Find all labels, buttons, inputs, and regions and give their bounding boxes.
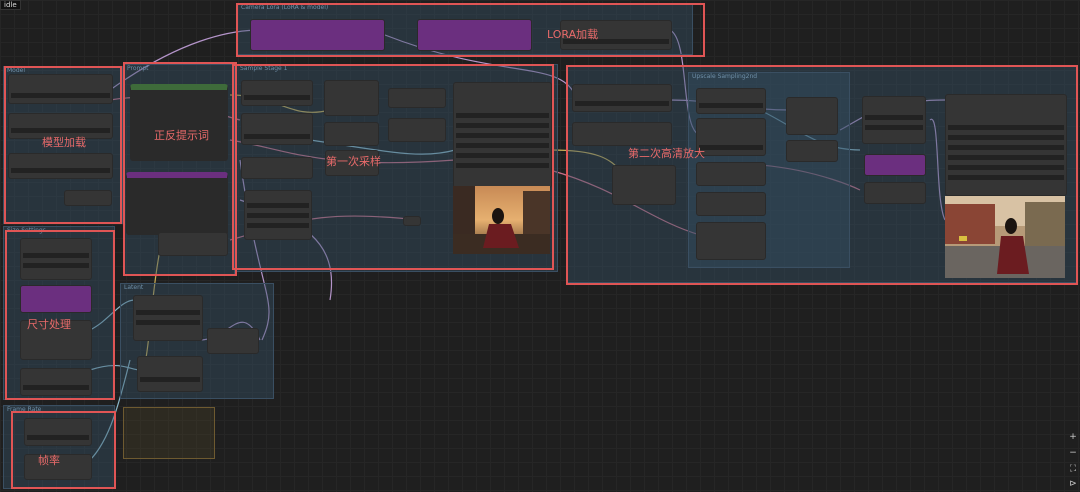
frame-annotation-box — [11, 411, 116, 489]
cursor-mode-button[interactable]: ⊳ — [1068, 479, 1078, 489]
zoom-in-button[interactable]: + — [1068, 432, 1078, 442]
model-load-label: 模型加载 — [42, 136, 86, 149]
upscale-annotation-box — [566, 65, 1078, 285]
prompts-label: 正反提示词 — [154, 129, 209, 142]
first-sample-label: 第一次采样 — [326, 155, 381, 168]
fit-view-button[interactable]: ⛶ — [1068, 464, 1078, 474]
lora-load-label: LORA加载 — [547, 28, 599, 41]
size-process-label: 尺寸处理 — [27, 318, 71, 331]
prompt-annotation-box — [123, 62, 237, 276]
lora-annotation-box — [236, 3, 705, 57]
frame-rate-label: 帧率 — [38, 454, 60, 467]
status-badge: idle — [0, 0, 21, 10]
latent-node-1[interactable] — [133, 295, 203, 341]
sample-annotation-box — [232, 64, 554, 270]
size-annotation-box — [5, 230, 115, 400]
graph-canvas[interactable]: Camera Lora (LoRA & model) Model Prompt … — [0, 0, 1080, 492]
latent-node-3[interactable] — [207, 328, 259, 354]
second-upscale-label: 第二次高清放大 — [628, 147, 705, 160]
zoom-out-button[interactable]: − — [1068, 448, 1078, 458]
latent-node-2[interactable] — [137, 356, 203, 392]
group-note[interactable] — [123, 407, 215, 459]
